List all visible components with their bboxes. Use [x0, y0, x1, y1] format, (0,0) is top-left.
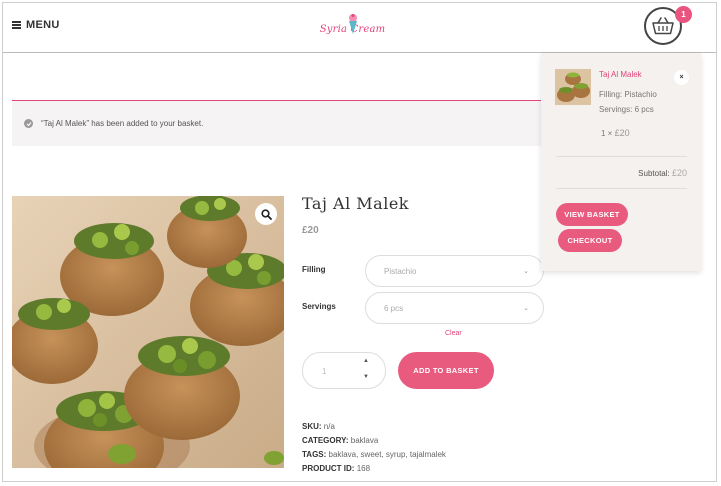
menu-label: MENU [26, 19, 60, 31]
notice-text: “Taj Al Malek” has been added to your ba… [41, 119, 204, 128]
servings-select[interactable]: 6 pcs ⌄ [365, 292, 544, 324]
product-image[interactable] [12, 196, 284, 468]
filling-select-value: Pistachio [384, 266, 417, 276]
checkout-button[interactable]: CHECKOUT [558, 229, 622, 252]
cart-item-filling: Filling: Pistachio [599, 90, 657, 99]
product-id-label: PRODUCT ID: [302, 464, 355, 473]
cart-item-price: £20 [614, 128, 630, 138]
product-id-line: PRODUCT ID: 168 [302, 464, 370, 473]
check-circle-icon [24, 119, 33, 128]
site-logo[interactable]: Syria Cream [315, 11, 390, 47]
view-basket-button[interactable]: VIEW BASKET [556, 203, 628, 226]
chevron-up-icon[interactable]: ▲ [363, 358, 369, 364]
servings-label: Servings [302, 302, 336, 311]
product-title: Taj Al Malek [302, 194, 409, 213]
hamburger-icon [12, 21, 21, 29]
cart-item-servings: Servings: 6 pcs [599, 105, 654, 114]
menu-button[interactable]: MENU [12, 19, 60, 31]
product-price: £20 [302, 225, 319, 236]
divider [556, 156, 687, 157]
product-id-value: 168 [356, 464, 371, 473]
chevron-down-icon: ⌄ [523, 305, 529, 312]
sku-value: n/a [323, 422, 335, 431]
mini-cart-dropdown: Taj Al Malek × Filling: Pistachio Servin… [541, 53, 701, 271]
servings-select-value: 6 pcs [384, 303, 404, 313]
divider [556, 188, 687, 189]
cart-item-name[interactable]: Taj Al Malek [599, 70, 642, 79]
chevron-down-icon: ⌄ [523, 268, 529, 275]
cart-item-image [555, 69, 591, 105]
cart-item-quantity: 1 × £20 [601, 128, 630, 138]
tags-links[interactable]: baklava, sweet, syrup, tajalmalek [329, 450, 446, 459]
chevron-down-icon[interactable]: ▼ [363, 374, 369, 380]
basket-count-badge[interactable]: 1 [675, 6, 692, 23]
page-frame: MENU Syria Cream 1 “Taj Al Malek” has be… [2, 2, 717, 482]
subtotal-value: £20 [671, 168, 687, 178]
cart-item-thumbnail[interactable] [555, 69, 591, 105]
filling-label: Filling [302, 265, 326, 274]
filling-select[interactable]: Pistachio ⌄ [365, 255, 544, 287]
add-to-basket-button[interactable]: ADD TO BASKET [398, 352, 494, 389]
category-link[interactable]: baklava [351, 436, 379, 445]
magnifier-icon [260, 208, 272, 220]
tags-line: TAGS: baklava, sweet, syrup, tajalmalek [302, 450, 446, 459]
site-header: MENU Syria Cream 1 [3, 3, 716, 53]
category-label: CATEGORY: [302, 436, 349, 445]
added-to-basket-notice: “Taj Al Malek” has been added to your ba… [12, 101, 542, 146]
tags-label: TAGS: [302, 450, 327, 459]
sku-label: SKU: [302, 422, 322, 431]
subtotal-label: Subtotal: [638, 169, 670, 178]
clear-variations-link[interactable]: Clear [445, 330, 462, 337]
remove-item-button[interactable]: × [674, 70, 689, 85]
baklava-nests-illustration [12, 196, 284, 468]
cart-item-qty-prefix: 1 × [601, 129, 613, 138]
ice-cream-cone-icon [349, 14, 357, 34]
quantity-value[interactable]: 1 [322, 367, 326, 376]
zoom-button[interactable] [255, 203, 277, 225]
quantity-stepper[interactable]: 1 ▲ ▼ [302, 352, 386, 389]
category-line: CATEGORY: baklava [302, 436, 378, 445]
sku-line: SKU: n/a [302, 422, 335, 431]
cart-subtotal: Subtotal: £20 [556, 168, 687, 178]
basket-icon [652, 17, 674, 35]
close-icon: × [679, 74, 684, 81]
